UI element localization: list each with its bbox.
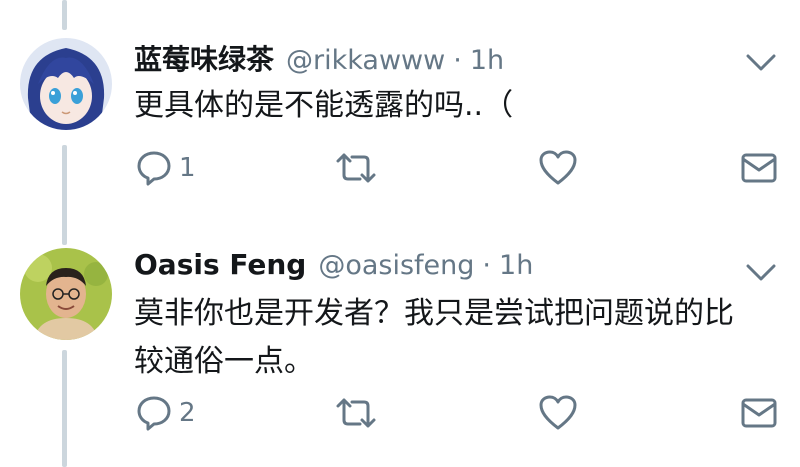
chevron-down-icon[interactable] bbox=[744, 260, 778, 284]
retweet-icon bbox=[336, 153, 376, 183]
avatar[interactable] bbox=[20, 248, 112, 340]
display-name[interactable]: Oasis Feng bbox=[134, 248, 306, 281]
message-button[interactable] bbox=[740, 146, 778, 190]
thread-line-top bbox=[62, 0, 67, 30]
reply-count: 2 bbox=[179, 398, 196, 428]
message-button[interactable] bbox=[740, 391, 778, 435]
mail-icon bbox=[741, 153, 777, 183]
timestamp[interactable]: 1h bbox=[470, 45, 504, 76]
chevron-down-icon[interactable] bbox=[744, 50, 778, 74]
heart-icon bbox=[539, 395, 577, 430]
tweet-text: 莫非你也是开发者？我只是尝试把问题说的比 较通俗一点。 bbox=[134, 296, 734, 379]
user-handle[interactable]: @oasisfeng bbox=[318, 250, 474, 281]
tweet-actions: 1 bbox=[0, 146, 800, 190]
separator-dot: · bbox=[453, 45, 462, 76]
heart-icon bbox=[539, 150, 577, 185]
tweet-1[interactable]: 蓝莓味绿茶 @rikkawww · 1h 更具体的是不能透露的吗..（ 1 bbox=[0, 38, 800, 238]
reply-count: 1 bbox=[179, 153, 196, 183]
anime-avatar-icon bbox=[20, 38, 112, 130]
reply-button[interactable]: 2 bbox=[135, 391, 196, 435]
like-button[interactable] bbox=[538, 391, 578, 435]
reply-icon bbox=[137, 151, 171, 186]
reply-icon bbox=[137, 396, 171, 431]
tweet-header: Oasis Feng @oasisfeng · 1h bbox=[134, 248, 533, 288]
timestamp[interactable]: 1h bbox=[499, 250, 533, 281]
tweet-actions: 2 bbox=[0, 391, 800, 435]
tweet-header: 蓝莓味绿茶 @rikkawww · 1h bbox=[134, 38, 504, 78]
separator-dot: · bbox=[482, 250, 492, 281]
avatar[interactable] bbox=[20, 38, 112, 130]
retweet-button[interactable] bbox=[332, 391, 380, 435]
mail-icon bbox=[741, 398, 777, 428]
tweet-2[interactable]: Oasis Feng @oasisfeng · 1h 莫非你也是开发者？我只是尝… bbox=[0, 248, 800, 467]
tweet-text: 更具体的是不能透露的吗..（ bbox=[134, 88, 514, 123]
display-name[interactable]: 蓝莓味绿茶 bbox=[134, 38, 274, 78]
person-avatar-icon bbox=[20, 248, 112, 340]
like-button[interactable] bbox=[538, 146, 578, 190]
user-handle[interactable]: @rikkawww bbox=[286, 45, 445, 76]
retweet-button[interactable] bbox=[332, 146, 380, 190]
retweet-icon bbox=[336, 398, 376, 428]
reply-button[interactable]: 1 bbox=[135, 146, 196, 190]
